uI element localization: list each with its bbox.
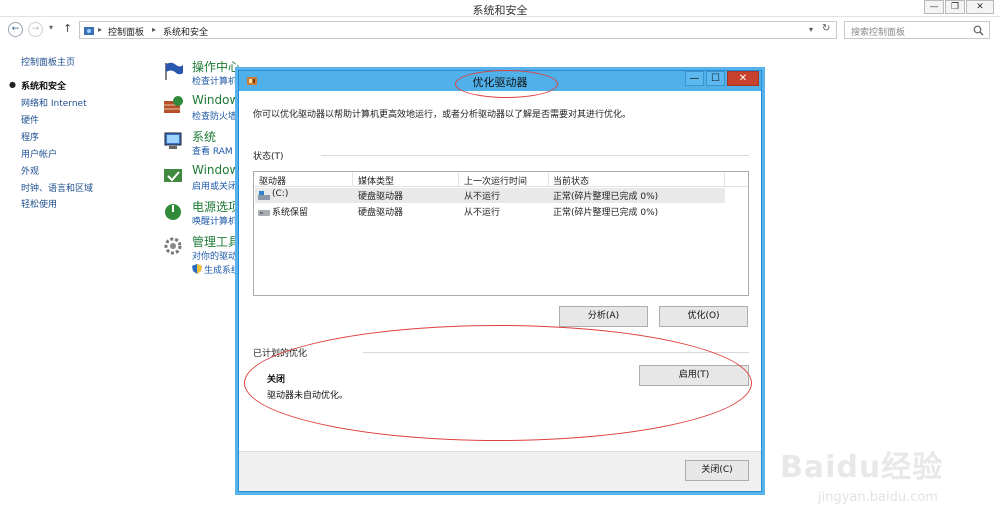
category-link[interactable]: 检查计算机 [192, 74, 237, 87]
optimize-button[interactable]: 优化(O) [659, 306, 748, 327]
drive-icon [258, 210, 270, 216]
drive-last-run: 从不运行 [464, 208, 501, 218]
analyze-button[interactable]: 分析(A) [559, 306, 648, 327]
column-separator [352, 172, 353, 187]
restore-button[interactable]: ❐ [945, 0, 965, 14]
drive-status: 正常(碎片整理已完成 0%) [553, 208, 659, 218]
search-icon [973, 25, 984, 36]
address-bar[interactable]: ▸ 控制面板 ▸ 系统和安全 ▾ ↻ [79, 21, 837, 39]
shield-icon [192, 264, 202, 274]
category-title[interactable]: 电源选项 [192, 198, 240, 215]
drive-list[interactable]: 驱动器 媒体类型 上一次运行时间 当前状态 (C:) 硬盘驱动器 从不运行 正常… [253, 171, 749, 296]
category-link[interactable]: 生成系统 [204, 263, 240, 276]
column-separator [548, 172, 549, 187]
drive-status: 正常(碎片整理已完成 0%) [553, 192, 659, 202]
baidu-watermark-url: jingyan.baidu.com [818, 490, 938, 505]
current-item-bullet: ● [9, 80, 16, 89]
sidebar-item-clock-region[interactable]: 时钟、语言和区域 [21, 181, 93, 194]
column-separator [458, 172, 459, 187]
window-title: 系统和安全 [472, 4, 528, 17]
history-dropdown[interactable]: ▾ [49, 23, 53, 32]
sidebar-item-hardware[interactable]: 硬件 [21, 113, 39, 126]
category-link[interactable]: 查看 RAM [192, 144, 233, 157]
drive-last-run: 从不运行 [464, 192, 501, 202]
up-button[interactable]: ↑ [63, 22, 72, 35]
drive-name: 系统保留 [272, 208, 309, 218]
drive-list-header: 驱动器 媒体类型 上一次运行时间 当前状态 [254, 172, 748, 187]
column-header-media-type[interactable]: 媒体类型 [358, 174, 394, 187]
control-panel-icon [84, 27, 94, 35]
title-annotation-oval [455, 70, 558, 98]
minimize-button[interactable]: — [924, 0, 944, 14]
forward-button[interactable]: → [28, 22, 43, 37]
sidebar-item-programs[interactable]: 程序 [21, 130, 39, 143]
flag-icon [165, 62, 183, 80]
system-drive-icon [258, 191, 270, 200]
sidebar-home-link[interactable]: 控制面板主页 [21, 55, 75, 68]
dialog-close-x-button[interactable]: ✕ [727, 71, 759, 86]
sidebar-item-appearance[interactable]: 外观 [21, 164, 39, 177]
firewall-icon [164, 96, 183, 113]
sidebar-item-network[interactable]: 网络和 Internet [21, 96, 87, 109]
power-icon [165, 204, 181, 220]
dialog-maximize-button[interactable]: ☐ [706, 71, 725, 86]
category-title[interactable]: 管理工具 [192, 233, 240, 250]
column-header-last-run[interactable]: 上一次运行时间 [464, 174, 527, 187]
category-system: 系统 查看 RAM [162, 128, 242, 157]
category-link[interactable]: 唤醒计算机 [192, 214, 237, 227]
drive-row-c[interactable]: (C:) 硬盘驱动器 从不运行 正常(碎片整理已完成 0%) [255, 188, 725, 203]
close-window-button[interactable]: ✕ [966, 0, 994, 14]
baidu-watermark-logo: Baidu经验 [780, 450, 944, 485]
back-button[interactable]: ← [8, 22, 23, 37]
address-row: ← → ▾ ↑ ▸ 控制面板 ▸ 系统和安全 ▾ ↻ 搜索控制面板 [0, 18, 1000, 42]
dialog-intro-text: 你可以优化驱动器以帮助计算机更高效地运行，或者分析驱动器以了解是否需要对其进行优… [253, 110, 632, 120]
category-power: 电源选项 唤醒计算机 [162, 198, 242, 227]
category-title[interactable]: Window [192, 163, 239, 177]
category-title[interactable]: Window [192, 93, 239, 107]
dialog-minimize-button[interactable]: — [685, 71, 704, 86]
column-header-drive[interactable]: 驱动器 [259, 174, 286, 187]
sidebar-item-system-security[interactable]: 系统和安全 [21, 79, 66, 92]
drive-media-type: 硬盘驱动器 [358, 208, 404, 218]
refresh-button[interactable]: ↻ [822, 23, 830, 34]
drive-media-type: 硬盘驱动器 [358, 192, 404, 202]
status-group-divider [321, 155, 749, 156]
sidebar-item-user-accounts[interactable]: 用户帐户 [21, 147, 57, 160]
tools-icon [164, 237, 182, 255]
column-header-current-status[interactable]: 当前状态 [553, 174, 589, 187]
breadcrumb-separator: ▸ [98, 25, 103, 34]
search-input[interactable]: 搜索控制面板 [844, 21, 990, 39]
system-icon [164, 132, 182, 149]
sidebar-item-ease-of-access[interactable]: 轻松使用 [21, 197, 57, 210]
breadcrumb-separator: ▸ [152, 25, 157, 34]
drive-name: (C:) [272, 189, 289, 199]
category-link[interactable]: 对你的驱动 [192, 249, 237, 262]
breadcrumb-system-security[interactable]: 系统和安全 [163, 25, 208, 38]
category-admin-tools: 管理工具 对你的驱动 生成系统 [162, 233, 242, 277]
update-icon [164, 169, 182, 182]
category-link[interactable]: 启用或关闭 [192, 179, 237, 192]
window-titlebar: 系统和安全 — ❐ ✕ [0, 0, 1000, 17]
status-group-label: 状态(T) [253, 152, 284, 162]
category-firewall: Window 检查防火墙 [162, 93, 242, 122]
dialog-footer: 关闭(C) [239, 451, 761, 491]
category-title[interactable]: 操作中心 [192, 58, 240, 75]
category-title[interactable]: 系统 [192, 128, 216, 145]
category-link[interactable]: 检查防火墙 [192, 109, 237, 122]
drive-row-system-reserved[interactable]: 系统保留 硬盘驱动器 从不运行 正常(碎片整理已完成 0%) [255, 204, 725, 219]
category-action-center: 操作中心 检查计算机 [162, 58, 242, 87]
column-separator [724, 172, 725, 187]
breadcrumb-control-panel[interactable]: 控制面板 [108, 25, 144, 38]
close-dialog-button[interactable]: 关闭(C) [685, 460, 749, 481]
schedule-annotation-oval [244, 325, 752, 441]
address-dropdown[interactable]: ▾ [809, 25, 813, 34]
category-windows-update: Window 启用或关闭 [162, 163, 242, 192]
search-placeholder: 搜索控制面板 [851, 28, 906, 38]
